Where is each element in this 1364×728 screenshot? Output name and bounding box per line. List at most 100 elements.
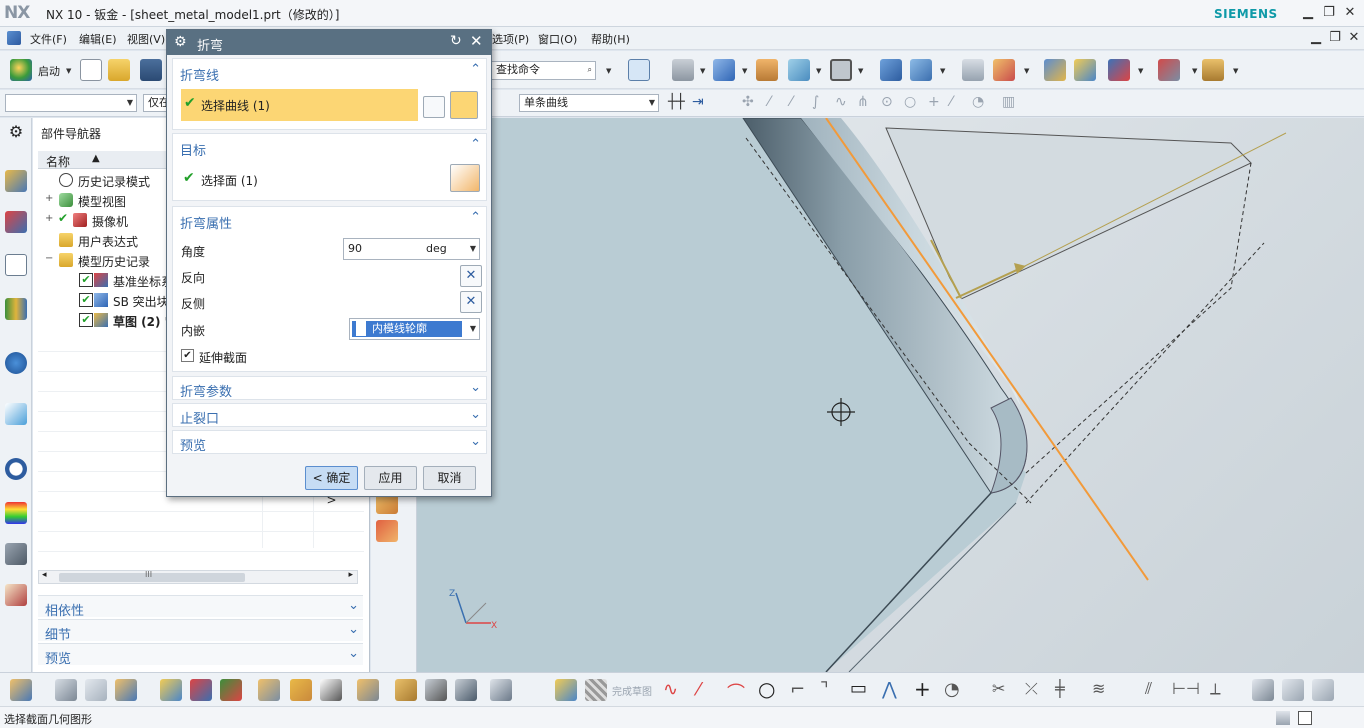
corner-icon[interactable] [160, 679, 182, 701]
flange-icon[interactable] [115, 679, 137, 701]
corner-make-icon[interactable]: ╪ [1055, 679, 1065, 698]
cube-icon[interactable] [490, 679, 512, 701]
doc-restore-button[interactable]: ❐ [1326, 29, 1344, 47]
unbend-icon[interactable] [220, 679, 242, 701]
quadrant-icon[interactable]: ⊙ [881, 94, 893, 110]
point-on-curve-icon[interactable]: + [928, 94, 940, 110]
section-dependencies[interactable]: 相依性 ⌄ [38, 595, 363, 619]
bend-icon[interactable] [190, 679, 212, 701]
minimize-button[interactable]: ▁ [1299, 4, 1317, 22]
scroll-right-icon[interactable]: ▸ [348, 570, 353, 580]
hole-icon[interactable] [455, 679, 477, 701]
wcs-icon[interactable] [910, 59, 932, 81]
chevron-down-icon[interactable]: ⌄ [348, 646, 359, 661]
menu-view[interactable]: 视图(V) [127, 31, 165, 47]
nx-menu-icon[interactable] [7, 31, 21, 45]
chevron-down-icon[interactable]: ▼ [66, 67, 71, 75]
arc-center-icon[interactable]: ⋔ [857, 94, 869, 110]
extend-section-checkbox[interactable]: ✔ [181, 349, 194, 362]
stop-at-intersection-icon[interactable]: ┼┼ [668, 94, 685, 110]
shaded-cube-icon[interactable] [713, 59, 735, 81]
chevron-down-icon[interactable]: ⌄ [348, 598, 359, 613]
snap-point-icon[interactable]: ✣ [742, 94, 754, 110]
chevron-down-icon[interactable]: ▼ [940, 67, 945, 75]
control-point-icon[interactable]: ∫ [812, 94, 819, 110]
chevron-down-icon[interactable]: ▼ [470, 321, 476, 337]
bead-icon[interactable] [395, 679, 417, 701]
status-window-icon[interactable] [1298, 711, 1312, 725]
sketch-plane-icon[interactable] [555, 679, 577, 701]
point-on-surface-icon[interactable]: ⁄ [950, 94, 952, 110]
layer-settings-icon[interactable] [962, 59, 984, 81]
scroll-left-icon[interactable]: ◂ [42, 570, 47, 580]
spline-icon[interactable]: ◔ [944, 679, 960, 700]
dialog-header[interactable]: ⚙ 折弯 ↻ ✕ [167, 30, 491, 55]
part-navigator-icon[interactable] [5, 254, 27, 276]
checkbox-checked[interactable]: ✔ [79, 313, 93, 327]
save-icon[interactable] [140, 59, 162, 81]
chevron-down-icon[interactable]: ▼ [1233, 67, 1238, 75]
tab-icon[interactable] [85, 679, 107, 701]
menu-file[interactable]: 文件(F) [30, 31, 67, 47]
louver-icon[interactable] [290, 679, 312, 701]
sketch-section-button[interactable] [423, 96, 445, 118]
reuse-library-icon[interactable] [5, 298, 27, 320]
analysis-icon[interactable] [1074, 59, 1096, 81]
horizontal-scrollbar[interactable]: ◂ III ▸ [38, 570, 358, 584]
web-browser-icon[interactable] [5, 403, 27, 425]
line-icon[interactable]: ⁄ [697, 679, 700, 700]
constraint-icon[interactable]: ⟂ [1210, 679, 1221, 699]
constraint-navigator-icon[interactable] [5, 211, 27, 233]
edit-section-icon[interactable] [788, 59, 810, 81]
angle-input[interactable]: 90 deg ▼ [343, 238, 480, 260]
relations-browser-icon[interactable] [1312, 679, 1334, 701]
expand-toggle[interactable]: + [45, 193, 55, 204]
chevron-down-icon[interactable]: ▼ [470, 239, 476, 259]
arc-icon[interactable]: ⌒ [727, 679, 745, 705]
gusset-icon[interactable] [425, 679, 447, 701]
dimple-icon[interactable] [320, 679, 342, 701]
column-header-name[interactable]: 名称 [46, 153, 70, 170]
chevron-down-icon[interactable]: ▼ [700, 67, 705, 75]
command-search-input[interactable]: 查找命令 ⌕ [491, 61, 596, 80]
follow-fillet-icon[interactable]: ⇥ [692, 94, 704, 110]
offset-icon[interactable]: ≋ [1092, 679, 1105, 698]
contour-flange-icon[interactable] [376, 520, 398, 542]
curve-select-icon[interactable] [450, 91, 478, 119]
move-object-icon[interactable] [880, 59, 902, 81]
group-relief[interactable]: 止裂口 ⌄ [172, 403, 487, 427]
chevron-down-icon[interactable]: ▼ [1192, 67, 1197, 75]
menu-options[interactable]: 选项(P) [492, 31, 529, 47]
doc-minimize-button[interactable]: ▁ [1307, 29, 1325, 47]
chevron-down-icon[interactable]: ▼ [858, 67, 863, 75]
group-bend-parameters[interactable]: 折弯参数 ⌄ [172, 376, 487, 400]
chevron-down-icon[interactable]: ▼ [816, 67, 821, 75]
chevron-down-icon[interactable]: ⌄ [470, 407, 481, 422]
ruler-icon[interactable] [1202, 59, 1224, 81]
chamfer-icon[interactable]: ⌝ [820, 679, 828, 700]
finish-sketch-label[interactable]: 完成草图 [612, 683, 652, 698]
expand-toggle[interactable]: + [45, 213, 55, 224]
chevron-up-icon[interactable]: ⌃ [470, 210, 481, 225]
gear-icon[interactable]: ⚙ [5, 122, 27, 144]
status-fullscreen-icon[interactable] [1276, 711, 1290, 725]
checkbox-checked[interactable]: ✔ [79, 273, 93, 287]
sketch-icon[interactable] [10, 679, 32, 701]
drawn-cutout-icon[interactable] [357, 679, 379, 701]
gear-icon[interactable]: ⚙ [174, 34, 187, 50]
open-folder-icon[interactable] [108, 59, 130, 81]
chevron-down-icon[interactable]: ⌄ [470, 434, 481, 449]
background-icon[interactable] [830, 59, 852, 81]
history-icon[interactable] [5, 458, 27, 480]
apply-button[interactable]: 应用 [364, 466, 417, 490]
info-icon[interactable] [5, 352, 27, 374]
point-icon[interactable]: + [914, 677, 931, 701]
reverse-side-button[interactable]: ✕ [460, 291, 482, 313]
cancel-button[interactable]: 取消 [423, 466, 476, 490]
dimension-icon[interactable]: ⊢⊣ [1172, 679, 1200, 698]
chevron-up-icon[interactable]: ⌃ [470, 62, 481, 77]
intersection-icon[interactable]: ∿ [835, 94, 847, 110]
polygon-icon[interactable]: ⋀ [882, 679, 897, 700]
start-menu[interactable]: 启动 [38, 63, 60, 79]
rectangle-icon[interactable]: ▭ [850, 678, 867, 699]
